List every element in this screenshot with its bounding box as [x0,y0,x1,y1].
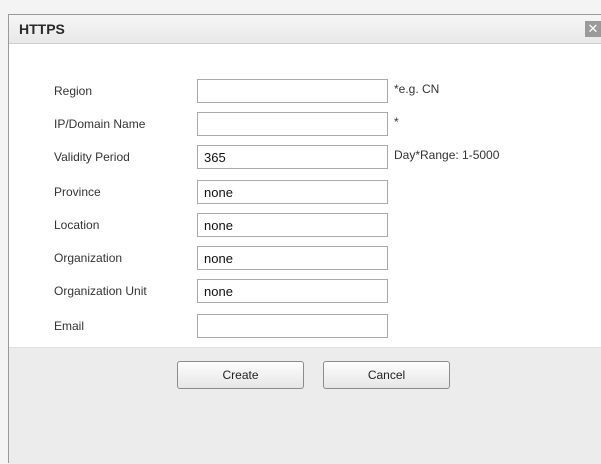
validity-period-label: Validity Period [54,150,130,164]
cancel-button[interactable]: Cancel [323,361,450,389]
region-row: Region *e.g. CN [9,79,601,103]
validity-period-input[interactable] [197,145,388,169]
region-input[interactable] [197,79,388,103]
certificate-form: Region *e.g. CN IP/Domain Name * Validit… [9,45,601,347]
close-icon[interactable]: ✕ [585,21,601,37]
organization-unit-input[interactable] [197,279,388,303]
location-label: Location [54,218,100,232]
validity-period-hint: Day*Range: 1-5000 [394,148,500,162]
organization-unit-row: Organization Unit [9,279,601,303]
province-label: Province [54,185,101,199]
organization-row: Organization [9,246,601,270]
organization-input[interactable] [197,246,388,270]
region-label: Region [54,84,93,98]
organization-unit-label: Organization Unit [54,284,147,298]
location-row: Location [9,213,601,237]
email-input[interactable] [197,314,388,338]
ip-domain-input[interactable] [197,112,388,136]
region-hint: *e.g. CN [394,82,440,96]
create-button[interactable]: Create [177,361,304,389]
ip-domain-hint: * [394,115,399,129]
ip-domain-row: IP/Domain Name * [9,112,601,136]
province-input[interactable] [197,180,388,204]
ip-domain-label: IP/Domain Name [54,117,146,131]
email-label: Email [54,319,85,333]
https-dialog: HTTPS ✕ Region *e.g. CN IP/Domain Name *… [8,14,601,464]
dialog-title: HTTPS [19,21,65,37]
organization-label: Organization [54,251,123,265]
dialog-footer: Create Cancel [9,347,601,464]
dialog-titlebar: HTTPS ✕ [9,15,601,44]
province-row: Province [9,180,601,204]
validity-period-row: Validity Period Day*Range: 1-5000 [9,145,601,169]
email-row: Email [9,314,601,338]
location-input[interactable] [197,213,388,237]
